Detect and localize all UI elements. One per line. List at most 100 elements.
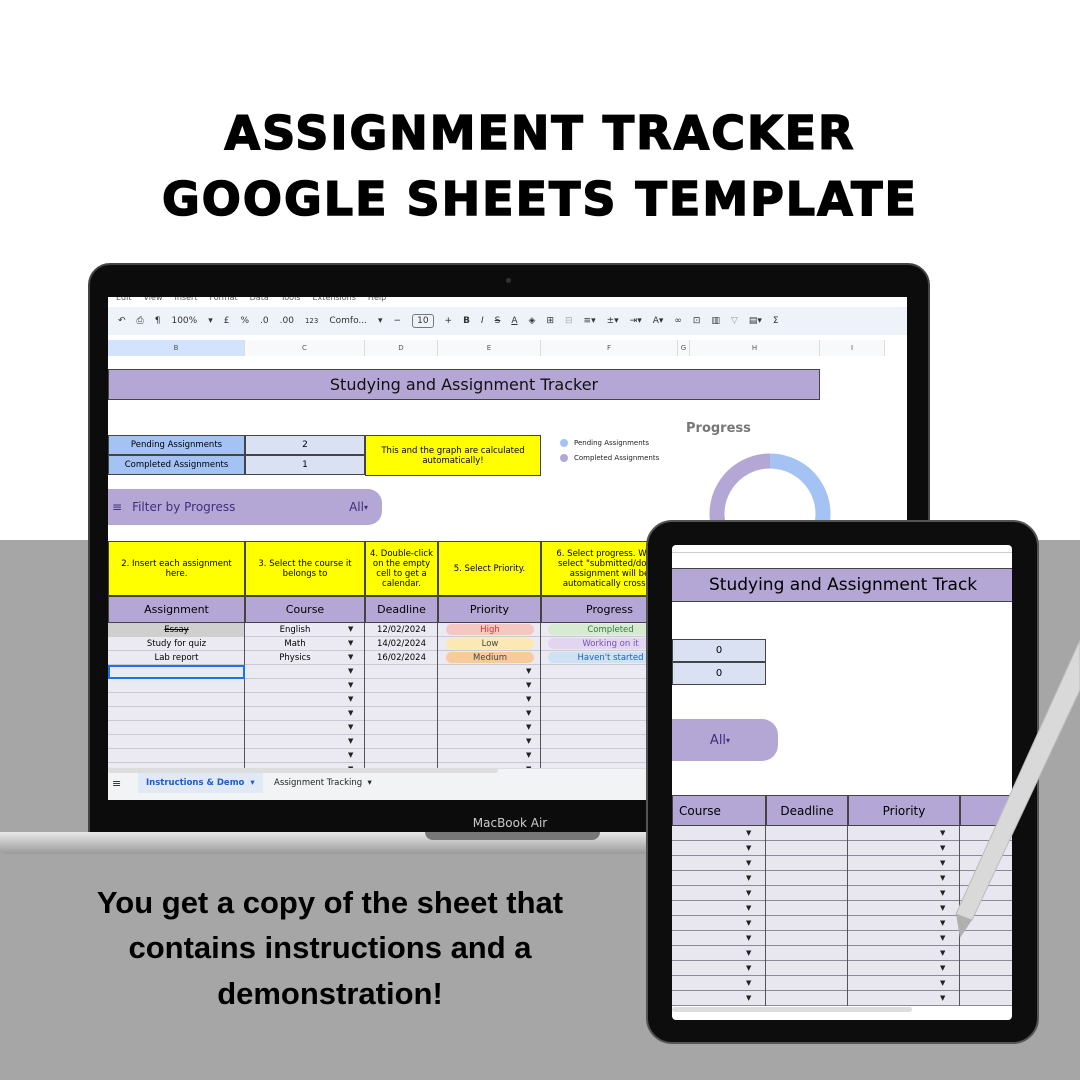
column-header-i[interactable]: I	[820, 340, 885, 356]
dropdown-arrow-icon[interactable]: ▼	[348, 639, 353, 647]
column-header-e[interactable]: E	[438, 340, 541, 356]
text-color-button[interactable]: A	[511, 316, 517, 326]
functions-button[interactable]: Σ	[773, 316, 779, 326]
dropdown-arrow-icon[interactable]: ▼	[746, 889, 751, 897]
course-select[interactable]: English	[245, 623, 345, 637]
filter-views-icon[interactable]: ▤▾	[749, 316, 762, 326]
table-cell[interactable]	[672, 916, 766, 931]
italic-button[interactable]: I	[481, 316, 484, 326]
table-cell[interactable]	[766, 886, 848, 901]
deadline-cell[interactable]: 12/02/2024	[365, 623, 438, 637]
more-formats-button[interactable]: 123	[305, 317, 318, 325]
dropdown-arrow-icon[interactable]: ▼	[746, 829, 751, 837]
table-cell[interactable]	[108, 749, 245, 763]
course-select[interactable]: Physics	[245, 651, 345, 665]
table-cell[interactable]	[365, 679, 438, 693]
rotate-icon[interactable]: A▾	[653, 316, 664, 326]
table-cell[interactable]	[672, 871, 766, 886]
menu-edit[interactable]: Edit	[116, 297, 132, 302]
dropdown-arrow-icon[interactable]: ▼	[348, 737, 353, 745]
chart-icon[interactable]: ▥	[711, 316, 720, 326]
table-cell[interactable]	[245, 679, 365, 693]
table-cell[interactable]	[672, 976, 766, 991]
valign-icon[interactable]: ±▾	[607, 316, 619, 326]
menu-insert[interactable]: Insert	[174, 297, 197, 302]
align-icon[interactable]: ≡▾	[584, 316, 596, 326]
zoom-select[interactable]: 100%	[171, 316, 197, 326]
increase-decimal-button[interactable]: .00	[280, 316, 294, 326]
merge-icon[interactable]: ⊟	[565, 316, 573, 326]
menu-format[interactable]: Format	[209, 297, 237, 302]
column-header-b[interactable]: B	[108, 340, 245, 356]
dropdown-arrow-icon[interactable]: ▼	[746, 949, 751, 957]
table-cell[interactable]	[108, 679, 245, 693]
bold-button[interactable]: B	[463, 316, 470, 326]
table-cell[interactable]	[365, 735, 438, 749]
print-button[interactable]: ⎙	[137, 316, 144, 326]
dropdown-arrow-icon[interactable]: ▼	[746, 874, 751, 882]
table-cell[interactable]	[365, 693, 438, 707]
all-sheets-icon[interactable]: ≡	[112, 777, 121, 790]
dropdown-arrow-icon[interactable]: ▼	[940, 979, 945, 987]
dropdown-arrow-icon[interactable]: ▼	[526, 695, 531, 703]
table-cell[interactable]	[245, 707, 365, 721]
redo-button[interactable]: ↶	[118, 316, 126, 326]
dropdown-arrow-icon[interactable]: ▼	[348, 667, 353, 675]
font-size-input[interactable]: 10	[412, 314, 434, 328]
dropdown-arrow-icon[interactable]: ▼	[940, 994, 945, 1002]
dropdown-arrow-icon[interactable]: ▼	[746, 859, 751, 867]
dropdown-arrow-icon[interactable]: ▼	[746, 979, 751, 987]
table-cell[interactable]	[766, 856, 848, 871]
priority-select[interactable]: Low	[446, 638, 534, 649]
tablet-scrollbar[interactable]	[672, 1007, 912, 1012]
dropdown-arrow-icon[interactable]: ▼	[526, 751, 531, 759]
dropdown-arrow-icon[interactable]: ▼	[526, 737, 531, 745]
table-cell[interactable]	[672, 901, 766, 916]
priority-select[interactable]: Medium	[446, 652, 534, 663]
currency-button[interactable]: £	[224, 316, 230, 326]
dropdown-arrow-icon[interactable]: ▼	[746, 904, 751, 912]
dropdown-arrow-icon[interactable]: ▼	[526, 709, 531, 717]
horizontal-scrollbar[interactable]	[108, 768, 498, 773]
column-header-d[interactable]: D	[365, 340, 438, 356]
table-cell[interactable]	[108, 721, 245, 735]
table-cell[interactable]	[960, 976, 1012, 991]
filter-icon[interactable]: ▽	[731, 316, 738, 326]
link-icon[interactable]: ∞	[674, 316, 682, 326]
dropdown-arrow-icon[interactable]: ▼	[940, 964, 945, 972]
table-cell[interactable]	[960, 991, 1012, 1006]
table-cell[interactable]	[365, 665, 438, 679]
table-cell[interactable]	[245, 665, 365, 679]
table-cell[interactable]	[766, 976, 848, 991]
menu-tools[interactable]: Tools	[281, 297, 301, 302]
font-size-decrease[interactable]: −	[394, 316, 402, 326]
dropdown-arrow-icon[interactable]: ▼	[348, 695, 353, 703]
dropdown-arrow-icon[interactable]: ▼	[526, 667, 531, 675]
dropdown-arrow-icon[interactable]: ▼	[526, 723, 531, 731]
menu-extensions[interactable]: Extensions	[312, 297, 355, 302]
table-cell[interactable]	[672, 961, 766, 976]
table-cell[interactable]	[365, 721, 438, 735]
table-cell[interactable]	[960, 961, 1012, 976]
column-header-c[interactable]: C	[245, 340, 365, 356]
table-cell[interactable]	[766, 871, 848, 886]
table-cell[interactable]	[108, 693, 245, 707]
menu-data[interactable]: Data	[250, 297, 269, 302]
column-header-g[interactable]: G	[678, 340, 690, 356]
table-cell[interactable]	[672, 991, 766, 1006]
menu-view[interactable]: View	[144, 297, 163, 302]
column-header-h[interactable]: H	[690, 340, 820, 356]
tab-assignment-tracking[interactable]: Assignment Tracking ▾	[268, 773, 378, 793]
table-cell[interactable]	[365, 707, 438, 721]
table-cell[interactable]	[245, 735, 365, 749]
font-select[interactable]: Comfo...	[329, 316, 367, 326]
table-cell[interactable]	[766, 841, 848, 856]
tablet-filter-pill[interactable]: All ▾	[672, 719, 778, 761]
table-cell[interactable]	[108, 735, 245, 749]
table-cell[interactable]	[766, 901, 848, 916]
table-cell[interactable]	[766, 946, 848, 961]
dropdown-arrow-icon[interactable]: ▼	[746, 964, 751, 972]
table-cell[interactable]	[766, 916, 848, 931]
comment-icon[interactable]: ⊡	[693, 316, 701, 326]
priority-select[interactable]: High	[446, 624, 534, 635]
